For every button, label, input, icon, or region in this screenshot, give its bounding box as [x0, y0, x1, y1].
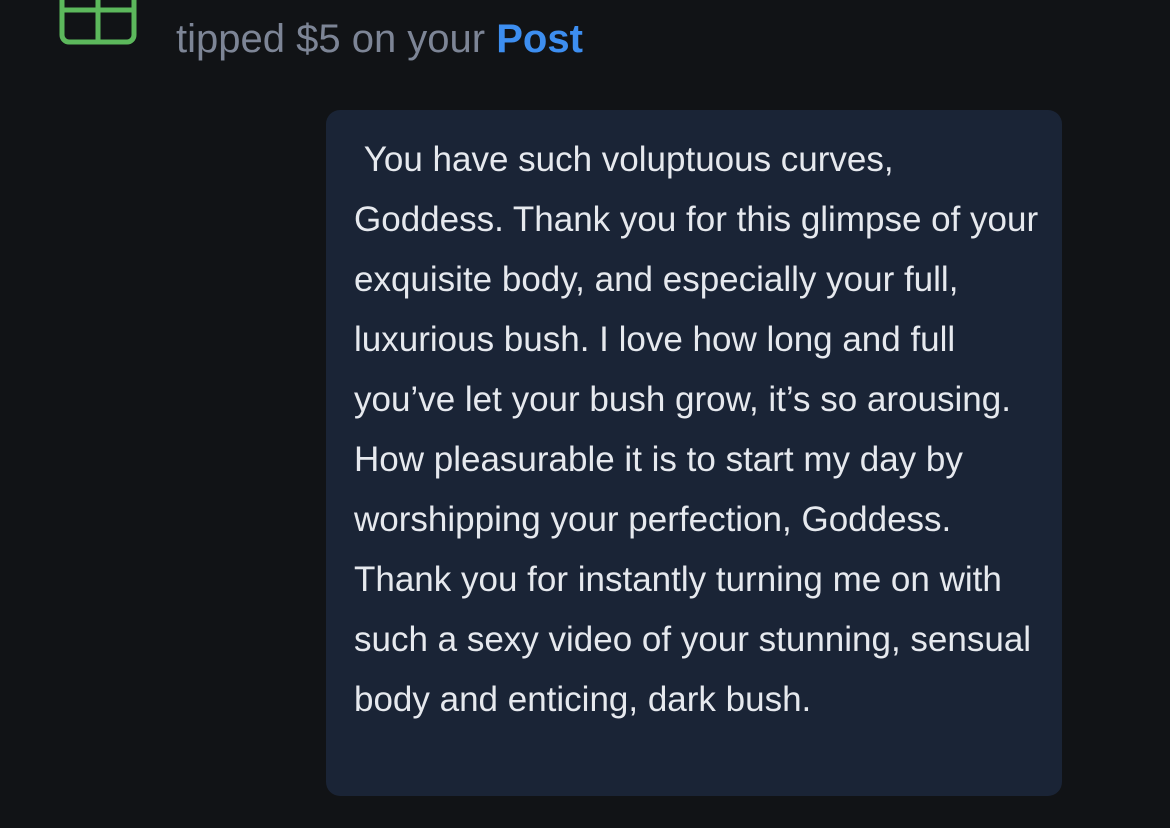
- message-bubble: You have such voluptuous curves, Goddess…: [326, 110, 1062, 796]
- post-link[interactable]: Post: [496, 17, 583, 61]
- gift-icon: [58, 0, 138, 46]
- tip-notification-text: tipped $5 on your Post: [176, 14, 583, 64]
- tip-action-text: tipped $5 on your: [176, 17, 497, 61]
- message-text: You have such voluptuous curves, Goddess…: [354, 140, 1048, 719]
